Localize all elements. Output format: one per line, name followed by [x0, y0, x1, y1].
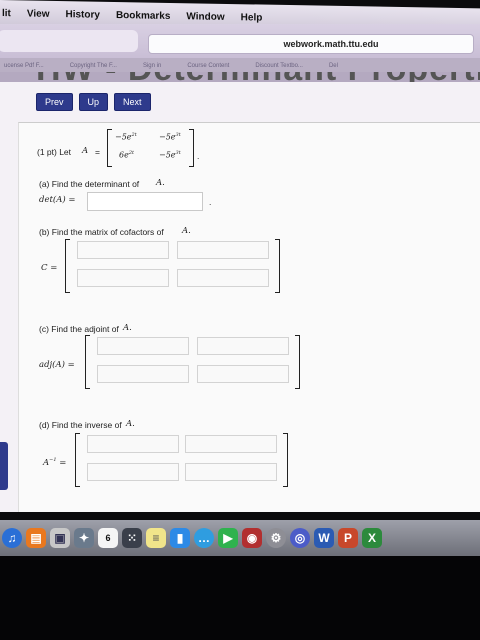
matrix-left-bracket [107, 129, 112, 167]
problem-intro: (1 pt) Let [37, 147, 72, 157]
address-bar[interactable]: webwork.math.ttu.edu [148, 34, 474, 54]
inverse-input-22[interactable] [185, 463, 277, 481]
bookmark-item[interactable]: Course Content [187, 63, 229, 69]
menu-bookmarks[interactable]: Bookmarks [116, 10, 170, 22]
photobooth-icon[interactable]: ◉ [242, 528, 262, 548]
launchpad-icon[interactable]: ✦ [74, 528, 94, 548]
part-d-label: (d) Find the inverse of [39, 420, 122, 430]
itunes-alt-icon[interactable]: ◎ [290, 528, 310, 548]
notes-icon[interactable]: ≡ [146, 528, 166, 548]
cofactor-input-21[interactable] [77, 269, 169, 287]
det-answer-input[interactable] [87, 192, 203, 211]
cofactor-label: C = [41, 263, 58, 273]
menu-history[interactable]: History [66, 9, 100, 21]
screen-bezel [0, 556, 480, 640]
inverse-input-11[interactable] [87, 435, 179, 453]
adjoint-input-22[interactable] [197, 365, 289, 383]
bookmark-item[interactable]: Del [329, 63, 338, 69]
dock: ♫ ▤ ▣ ✦ 6 ⁙ ≡ ▮ … ▶ ◉ ⚙ ◎ W P X [0, 520, 480, 556]
inverse-label: A−1 = [43, 457, 67, 468]
powerpoint-icon[interactable]: P [338, 528, 358, 548]
adjoint-label: adj(A) = [39, 360, 75, 370]
cofactor-input-11[interactable] [77, 241, 169, 259]
page-header: HW - Determinant Properties: Problem 12 [0, 72, 480, 82]
word-icon[interactable]: W [314, 528, 334, 548]
part-b-var: A. [182, 226, 191, 236]
bookmark-item[interactable]: Copyright The F... [70, 63, 117, 69]
system-prefs-icon[interactable]: ⚙ [266, 528, 286, 548]
browser-toolbar: webwork.math.ttu.edu [0, 24, 480, 62]
matrix-cell-21: 6e2t [119, 150, 135, 160]
up-button[interactable]: Up [78, 93, 109, 111]
adjoint-input-12[interactable] [197, 337, 289, 355]
menu-window[interactable]: Window [186, 11, 224, 23]
page-title: HW - Determinant Properties: Problem 12 [36, 72, 480, 82]
menu-edit[interactable]: lit [2, 8, 11, 19]
facetime-icon[interactable]: ▶ [218, 528, 238, 548]
preview-icon[interactable]: ▣ [50, 528, 70, 548]
menu-help[interactable]: Help [241, 12, 263, 23]
cofactor-input-22[interactable] [177, 269, 269, 287]
side-tab[interactable] [0, 442, 8, 490]
matrix-right-bracket [189, 129, 194, 167]
toolbar-button-group[interactable] [0, 30, 138, 52]
bookmark-item[interactable]: Sign in [143, 63, 161, 69]
cofactor-left-bracket [65, 239, 70, 293]
matrix-name: A [82, 146, 89, 156]
adjoint-input-11[interactable] [97, 337, 189, 355]
itunes-icon[interactable]: ♫ [2, 528, 22, 548]
det-period: . [209, 197, 212, 207]
cofactor-input-12[interactable] [177, 241, 269, 259]
equals-sign: = [95, 147, 100, 157]
problem-body: (1 pt) Let A = −5e2t −5e3t 6e2t −5e3t . … [18, 122, 480, 512]
adjoint-left-bracket [85, 335, 90, 389]
inverse-right-bracket [283, 433, 288, 487]
part-a-label: (a) Find the determinant of [39, 179, 140, 189]
bookmark-item[interactable]: Discount Textbo... [255, 63, 303, 69]
cofactor-right-bracket [275, 239, 280, 293]
inverse-left-bracket [75, 433, 80, 487]
calendar-icon[interactable]: 6 [98, 528, 118, 548]
part-c-var: A. [123, 323, 132, 333]
grid-icon[interactable]: ⁙ [122, 528, 142, 548]
period: . [197, 151, 200, 161]
matrix-cell-12: −5e3t [159, 132, 181, 142]
bookmark-item[interactable]: ucense Pdf F... [4, 63, 44, 69]
blue-app-icon[interactable]: ▮ [170, 528, 190, 548]
menu-view[interactable]: View [27, 8, 50, 19]
part-a-var: A. [156, 178, 165, 188]
matrix-cell-22: −5e3t [159, 150, 181, 160]
part-b-label: (b) Find the matrix of cofactors of [39, 227, 164, 237]
problem-nav: Prev Up Next [36, 93, 151, 111]
webwork-page: HW - Determinant Properties: Problem 12 … [0, 72, 480, 512]
adjoint-right-bracket [295, 335, 300, 389]
part-d-var: A. [126, 419, 135, 429]
matrix-cell-11: −5e2t [115, 132, 137, 142]
ibooks-icon[interactable]: ▤ [26, 528, 46, 548]
messages-icon[interactable]: … [194, 528, 214, 548]
next-button[interactable]: Next [114, 93, 151, 111]
det-label: det(A) = [39, 195, 76, 205]
excel-icon[interactable]: X [362, 528, 382, 548]
prev-button[interactable]: Prev [36, 93, 73, 111]
part-c-label: (c) Find the adjoint of [39, 324, 119, 334]
adjoint-input-21[interactable] [97, 365, 189, 383]
inverse-input-12[interactable] [185, 435, 277, 453]
inverse-input-21[interactable] [87, 463, 179, 481]
